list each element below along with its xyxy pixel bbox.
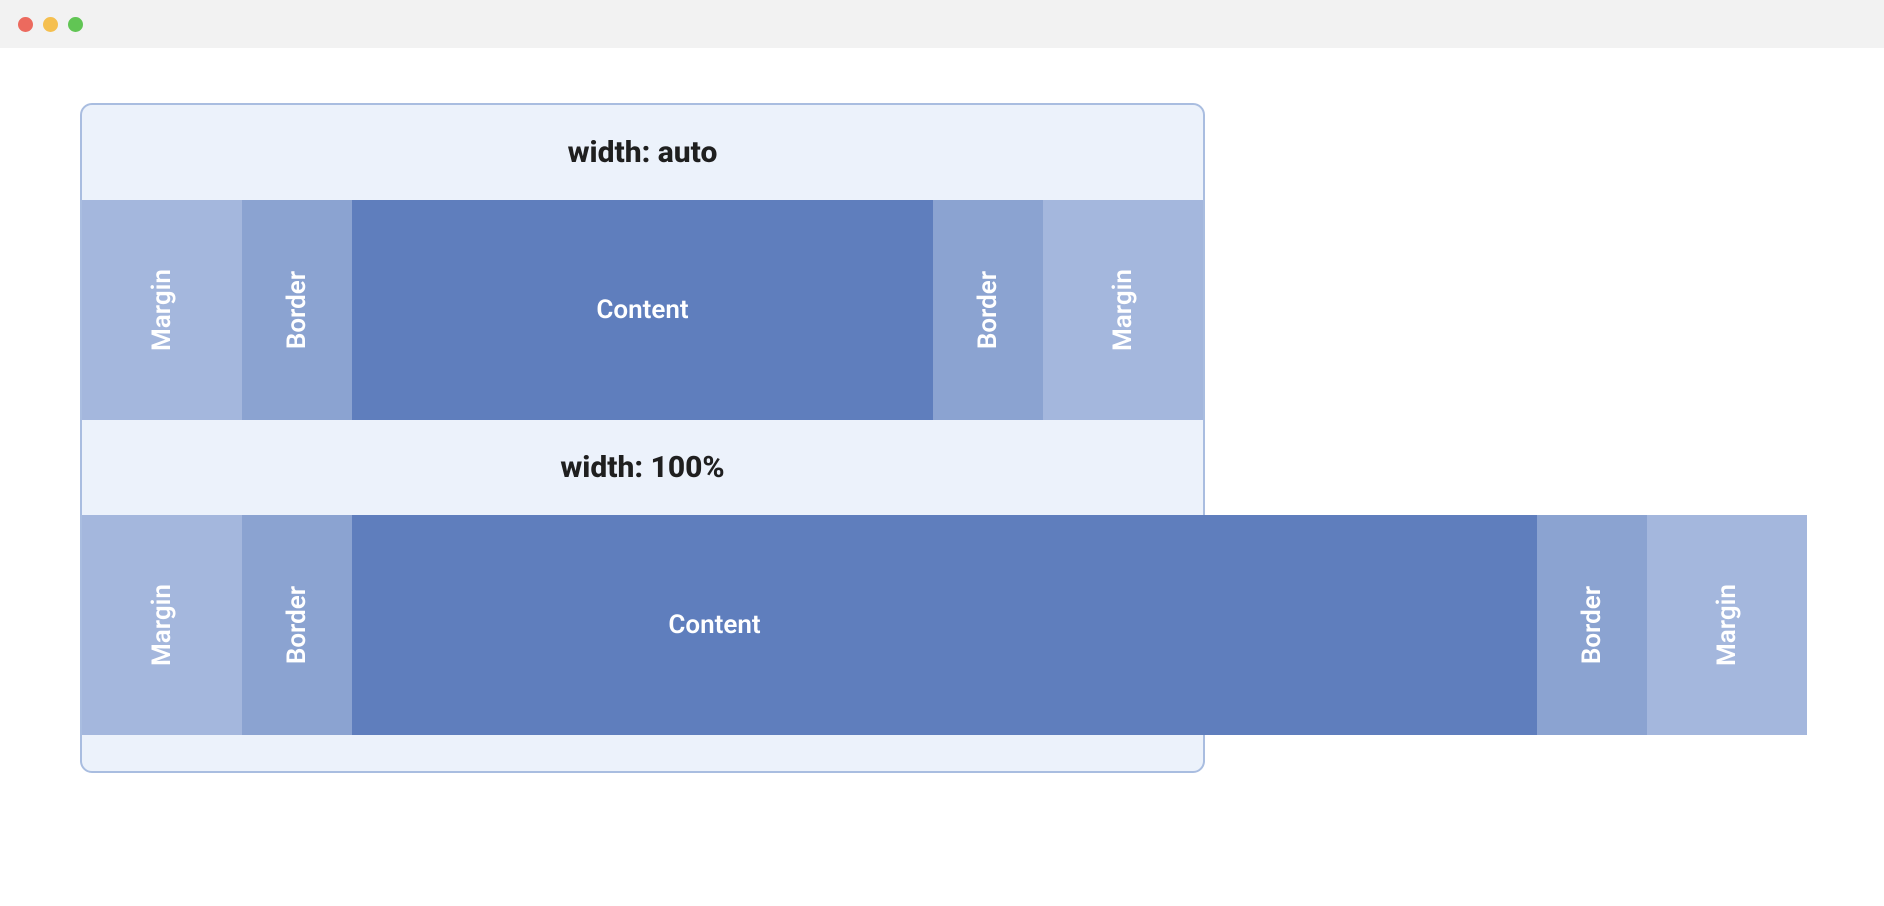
border-left-segment: Border (242, 515, 352, 735)
heading-width-100: width: 100% (82, 420, 1203, 515)
border-right-segment: Border (1537, 515, 1647, 735)
margin-right-segment: Margin (1043, 200, 1203, 420)
content-label: Content (596, 295, 688, 325)
zoom-icon[interactable] (68, 17, 83, 32)
margin-label: Margin (1712, 584, 1742, 666)
diagram-canvas: width: auto Margin Border Content Border… (0, 48, 1884, 773)
heading-width-auto: width: auto (82, 105, 1203, 200)
margin-left-segment: Margin (82, 200, 242, 420)
minimize-icon[interactable] (43, 17, 58, 32)
border-label: Border (282, 271, 312, 349)
window-titlebar (0, 0, 1884, 48)
content-segment: Content (352, 200, 933, 420)
margin-left-segment: Margin (82, 515, 242, 735)
box-model-row-100: Margin Border Content Border Margin (82, 515, 1807, 735)
margin-label: Margin (147, 269, 177, 351)
border-label: Border (282, 586, 312, 664)
border-left-segment: Border (242, 200, 352, 420)
border-label: Border (973, 271, 1003, 349)
margin-label: Margin (1108, 269, 1138, 351)
content-label: Content (668, 610, 760, 640)
border-right-segment: Border (933, 200, 1043, 420)
box-model-row-auto: Margin Border Content Border Margin (82, 200, 1203, 420)
margin-label: Margin (147, 584, 177, 666)
close-icon[interactable] (18, 17, 33, 32)
content-segment: Content (352, 515, 1537, 735)
parent-container: width: auto Margin Border Content Border… (80, 103, 1205, 773)
margin-right-segment: Margin (1647, 515, 1807, 735)
border-label: Border (1577, 586, 1607, 664)
